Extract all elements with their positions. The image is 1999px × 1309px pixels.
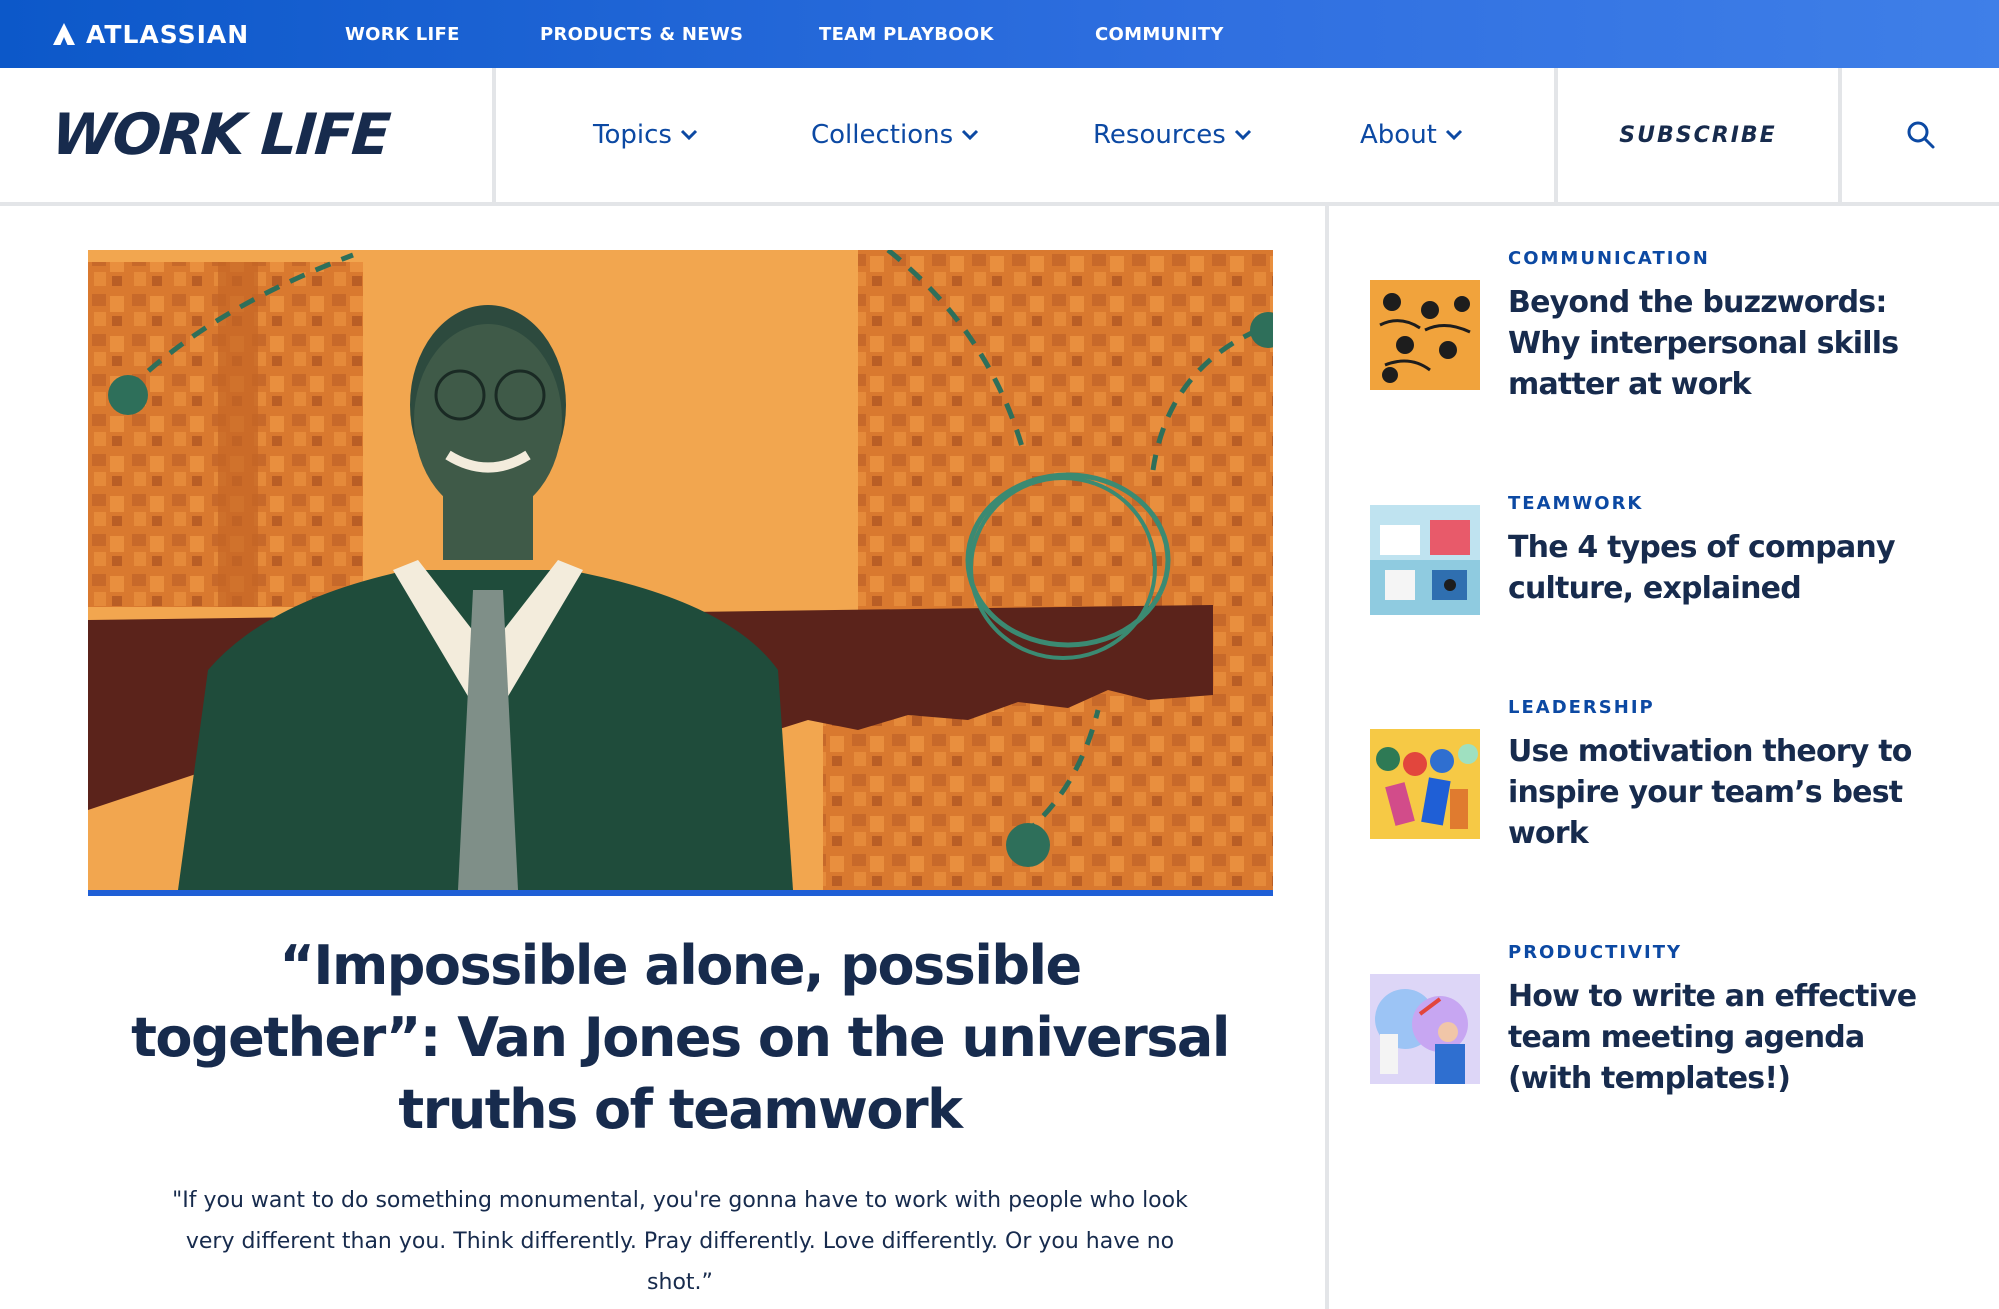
subscribe-button[interactable]: SUBSCRIBE xyxy=(1558,68,1838,202)
atlassian-logo-icon xyxy=(53,23,75,45)
search-icon xyxy=(1907,121,1934,149)
article-category[interactable]: TEAMWORK xyxy=(1508,493,1643,514)
article-category[interactable]: LEADERSHIP xyxy=(1508,697,1655,718)
article-title[interactable]: How to write an effective team meeting a… xyxy=(1508,976,1948,1099)
article-card-communication[interactable]: COMMUNICATION Beyond the buzzwords: Why … xyxy=(1370,248,1960,418)
article-card-productivity[interactable]: PRODUCTIVITY How to write an effective t… xyxy=(1370,942,1960,1112)
celebration-illustration-icon xyxy=(1370,729,1480,839)
topnav-products-news[interactable]: PRODUCTS & NEWS xyxy=(540,0,743,68)
feature-hero-image[interactable] xyxy=(88,250,1273,896)
meeting-illustration-icon xyxy=(1370,974,1480,1084)
chevron-down-icon xyxy=(680,129,698,141)
feature-quote: "If you want to do something monumental,… xyxy=(172,1188,1188,1295)
atlassian-brand[interactable]: ATLASSIAN xyxy=(52,0,249,68)
nav-about-label: About xyxy=(1360,120,1437,150)
article-title[interactable]: Use motivation theory to inspire your te… xyxy=(1508,731,1948,854)
global-nav-bar: ATLASSIAN WORK LIFE PRODUCTS & NEWS TEAM… xyxy=(0,0,1999,68)
column-divider xyxy=(1325,206,1329,1309)
article-thumbnail xyxy=(1370,974,1480,1084)
nav-resources[interactable]: Resources xyxy=(1093,68,1252,202)
nav-topics[interactable]: Topics xyxy=(593,68,698,202)
chevron-down-icon xyxy=(962,129,979,141)
office-illustration-icon xyxy=(1370,505,1480,615)
chevron-down-icon xyxy=(1445,129,1462,141)
site-header: WORK LIFE Topics Collections Resources A… xyxy=(0,68,1999,206)
hero-illustration xyxy=(88,250,1273,890)
topnav-work-life[interactable]: WORK LIFE xyxy=(345,0,460,68)
people-illustration-icon xyxy=(1370,280,1480,390)
nav-collections-label: Collections xyxy=(811,120,954,150)
nav-collections[interactable]: Collections xyxy=(811,68,979,202)
topnav-community[interactable]: COMMUNITY xyxy=(1095,0,1224,68)
feature-headline[interactable]: “Impossible alone, possible together”: V… xyxy=(130,930,1230,1146)
chevron-down-icon xyxy=(1234,129,1251,141)
header-divider xyxy=(492,68,496,202)
article-thumbnail xyxy=(1370,729,1480,839)
search-button[interactable] xyxy=(1842,68,1999,202)
article-card-leadership[interactable]: LEADERSHIP Use motivation theory to insp… xyxy=(1370,697,1960,867)
work-life-logo[interactable]: WORK LIFE xyxy=(47,68,393,202)
nav-topics-label: Topics xyxy=(593,120,672,150)
article-title[interactable]: Beyond the buzzwords: Why interpersonal … xyxy=(1508,282,1948,405)
article-category[interactable]: PRODUCTIVITY xyxy=(1508,942,1682,963)
nav-resources-label: Resources xyxy=(1093,120,1226,150)
topnav-team-playbook[interactable]: TEAM PLAYBOOK xyxy=(819,0,994,68)
article-category[interactable]: COMMUNICATION xyxy=(1508,248,1710,269)
article-card-teamwork[interactable]: TEAMWORK The 4 types of company culture,… xyxy=(1370,493,1960,623)
article-title[interactable]: The 4 types of company culture, explaine… xyxy=(1508,527,1948,609)
nav-about[interactable]: About xyxy=(1360,68,1463,202)
article-thumbnail xyxy=(1370,280,1480,390)
article-thumbnail xyxy=(1370,505,1480,615)
brand-name: ATLASSIAN xyxy=(86,19,250,49)
